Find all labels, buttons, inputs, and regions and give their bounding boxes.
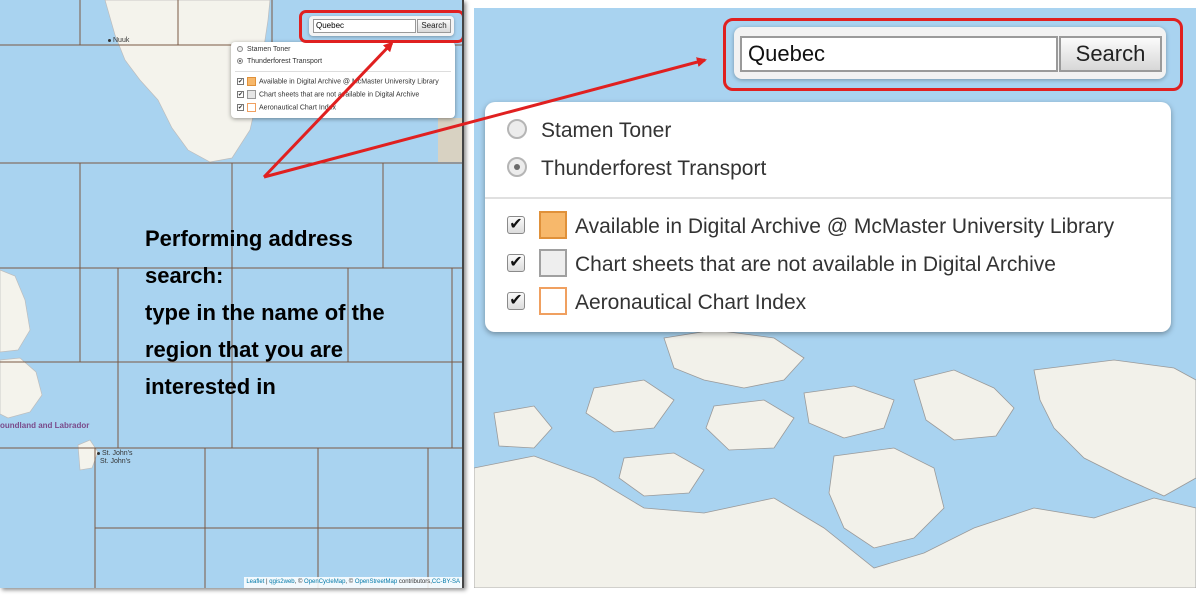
layer-separator — [235, 71, 451, 72]
overlay-option-aeronautical[interactable]: ✔ Aeronautical Chart Index — [237, 103, 336, 113]
legend-swatch-outline — [539, 287, 567, 316]
basemap-option-thunderforest[interactable]: Thunderforest Transport — [507, 154, 766, 184]
checkbox-icon[interactable]: ✔ — [237, 104, 244, 111]
checkbox-icon[interactable]: ✔ — [237, 78, 244, 85]
basemap-option-thunderforest[interactable]: Thunderforest Transport — [237, 57, 322, 67]
basemap-option-stamen-toner[interactable]: Stamen Toner — [507, 116, 671, 146]
checkbox-icon[interactable]: ✔ — [507, 254, 525, 273]
overlay-option-not-available[interactable]: ✔ Chart sheets that are not available in … — [237, 90, 419, 100]
checkbox-icon[interactable]: ✔ — [507, 292, 525, 311]
legend-swatch-outline — [247, 103, 256, 112]
radio-button-icon[interactable] — [507, 119, 527, 140]
province-label: oundland and Labrador — [0, 421, 90, 430]
legend-swatch-gray — [539, 249, 567, 278]
legend-swatch-orange — [247, 77, 256, 86]
city-label-st-johns: St. John's — [97, 450, 133, 457]
overlay-option-digital-archive[interactable]: ✔ Available in Digital Archive @ McMaster… — [507, 211, 1114, 242]
left-map-screenshot: Nuuk St. John's St. John's oundland and … — [0, 0, 464, 588]
radio-button-icon[interactable] — [237, 58, 243, 65]
basemap-option-stamen-toner[interactable]: Stamen Toner — [237, 45, 290, 55]
radio-button-icon[interactable] — [507, 157, 527, 178]
checkbox-icon[interactable]: ✔ — [237, 91, 244, 98]
search-highlight-box-large — [723, 18, 1183, 91]
legend-swatch-orange — [539, 211, 567, 240]
map-edge-strip — [438, 118, 462, 162]
instruction-text: Performing address search: type in the n… — [145, 226, 385, 399]
search-highlight-box-small — [299, 10, 462, 43]
leaflet-link[interactable]: Leaflet — [246, 579, 264, 585]
city-dot-icon — [97, 451, 100, 455]
overlay-option-digital-archive[interactable]: ✔ Available in Digital Archive @ McMaster… — [237, 77, 439, 87]
city-dot-icon — [108, 38, 111, 42]
map-attribution: Leaflet | qgis2web, © OpenCycleMap, © Op… — [244, 577, 462, 588]
openstreetmap-link[interactable]: OpenStreetMap — [355, 579, 397, 585]
city-label-nuuk: Nuuk — [108, 37, 129, 44]
layer-separator — [485, 197, 1171, 199]
checkbox-icon[interactable]: ✔ — [507, 216, 525, 235]
overlay-option-not-available[interactable]: ✔ Chart sheets that are not available in … — [507, 249, 1056, 280]
legend-swatch-gray — [247, 90, 256, 99]
city-label-st-johns-alt: St. John's — [100, 458, 131, 465]
opencyclemap-link[interactable]: OpenCycleMap — [304, 579, 345, 585]
overlay-option-aeronautical[interactable]: ✔ Aeronautical Chart Index — [507, 287, 806, 318]
layer-control-small: Stamen Toner Thunderforest Transport ✔ Av… — [231, 42, 455, 118]
license-link[interactable]: CC-BY-SA — [432, 579, 460, 585]
radio-button-icon[interactable] — [237, 46, 243, 53]
qgis2web-link[interactable]: qgis2web — [269, 579, 294, 585]
right-zoom-screenshot: Quebec Search Stamen Toner Thunderforest… — [474, 8, 1196, 588]
layer-control-large: Stamen Toner Thunderforest Transport ✔ Av… — [485, 102, 1171, 332]
